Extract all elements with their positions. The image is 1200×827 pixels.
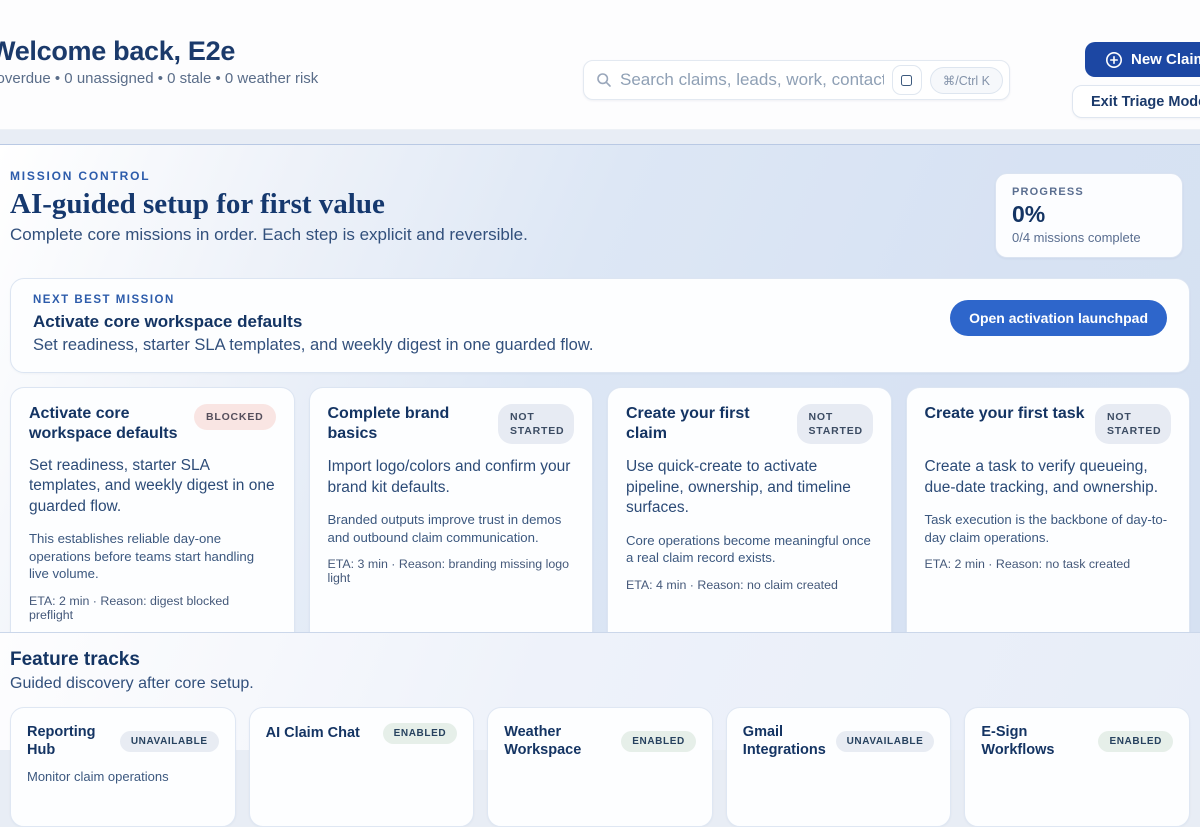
keyboard-shortcut-badge: ⌘/Ctrl K (930, 67, 1003, 94)
page-header: Welcome back, E2e 0 overdue • 0 unassign… (0, 0, 1200, 130)
mission-control-kicker: MISSION CONTROL (10, 169, 528, 183)
mission-status-badge: BLOCKED (194, 404, 276, 430)
feature-tracks-title: Feature tracks (10, 649, 1190, 671)
mission-description: Import logo/colors and confirm your bran… (328, 457, 575, 498)
feature-track-header: AI Claim Chat ENABLED (266, 723, 458, 744)
progress-percent: 0% (1012, 201, 1166, 228)
mission-meta: ETA: 2 min · Reason: digest blocked pref… (29, 594, 276, 622)
mission-card-header: Complete brand basicsNOT STARTED (328, 404, 575, 444)
open-activation-launchpad-button[interactable]: Open activation launchpad (950, 300, 1167, 336)
feature-track-status-badge: UNAVAILABLE (836, 731, 935, 752)
mission-title: Create your first claim (626, 404, 787, 443)
mission-title: Complete brand basics (328, 404, 489, 443)
page-title: Welcome back, E2e (0, 36, 235, 67)
feature-track-header: Gmail Integrations UNAVAILABLE (743, 723, 935, 759)
feature-track-cards: Reporting Hub UNAVAILABLE Monitor claim op… (10, 707, 1190, 827)
feature-tracks-section: Feature tracks Guided discovery after co… (0, 632, 1200, 750)
feature-track-title: Weather Workspace (504, 723, 613, 759)
mission-card-header: Create your first claim NOT STARTED (626, 404, 873, 444)
search-icon (596, 72, 612, 88)
feature-track-description: Monitor claim operations (27, 769, 219, 784)
new-claim-button[interactable]: New Claim (1085, 42, 1200, 77)
next-best-mission-kicker: NEXT BEST MISSION (33, 294, 930, 306)
feature-track-card: Gmail Integrations UNAVAILABLE (726, 707, 952, 827)
next-best-mission-text: NEXT BEST MISSION Activate core workspac… (33, 294, 930, 355)
mission-control-title: AI-guided setup for first value (10, 188, 528, 221)
feature-track-card: Weather Workspace ENABLED (487, 707, 713, 827)
progress-card: PROGRESS 0% 0/4 missions complete (995, 173, 1183, 258)
mission-description: Use quick-create to activate pipeline, o… (626, 457, 873, 518)
mission-meta: ETA: 2 min · Reason: no task created (925, 557, 1172, 571)
feature-track-card: Reporting Hub UNAVAILABLE Monitor claim op… (10, 707, 236, 827)
mission-card-header: Create your first task NOT STARTED (925, 404, 1172, 444)
feature-track-title: Gmail Integrations (743, 723, 828, 759)
feature-track-status-badge: ENABLED (383, 723, 458, 744)
mission-status-badge: NOT STARTED (797, 404, 873, 444)
next-best-mission-banner: NEXT BEST MISSION Activate core workspac… (10, 278, 1190, 373)
next-best-mission-description: Set readiness, starter SLA templates, an… (33, 336, 930, 355)
new-claim-label: New Claim (1131, 51, 1200, 68)
mission-card-header: Activate core workspace defaults BLOCKED (29, 404, 276, 443)
mission-meta: ETA: 4 min · Reason: no claim created (626, 578, 873, 592)
feature-track-title: AI Claim Chat (266, 724, 360, 742)
feature-track-status-badge: ENABLED (621, 731, 696, 752)
mission-title: Create your first task (925, 404, 1085, 424)
mission-meta: ETA: 3 min · Reason: branding missing lo… (328, 557, 575, 585)
mission-description: Set readiness, starter SLA templates, an… (29, 456, 276, 517)
mission-detail: Task execution is the backbone of day-to… (925, 511, 1172, 546)
feature-tracks-subtitle: Guided discovery after core setup. (10, 675, 1190, 693)
feature-track-status-badge: UNAVAILABLE (120, 731, 219, 752)
search-scope-button[interactable] (892, 65, 922, 95)
progress-detail: 0/4 missions complete (1012, 230, 1166, 245)
mission-control-heading: MISSION CONTROL AI-guided setup for firs… (10, 169, 528, 245)
mission-control-header: MISSION CONTROL AI-guided setup for firs… (10, 169, 1190, 258)
feature-track-title: E-Sign Workflows (981, 723, 1090, 759)
mission-detail: Branded outputs improve trust in demos a… (328, 511, 575, 546)
triage-summary: 0 overdue • 0 unassigned • 0 stale • 0 w… (0, 70, 318, 87)
mission-description: Create a task to verify queueing, due-da… (925, 457, 1172, 498)
feature-track-header: E-Sign Workflows ENABLED (981, 723, 1173, 759)
mission-detail: Core operations become meaningful once a… (626, 532, 873, 567)
progress-label: PROGRESS (1012, 186, 1166, 198)
feature-track-title: Reporting Hub (27, 723, 112, 759)
feature-track-status-badge: ENABLED (1098, 731, 1173, 752)
global-search[interactable]: ⌘/Ctrl K (583, 60, 1010, 100)
mission-detail: This establishes reliable day-one operat… (29, 530, 276, 582)
feature-track-header: Weather Workspace ENABLED (504, 723, 696, 759)
mission-status-badge: NOT STARTED (1095, 404, 1171, 444)
mission-title: Activate core workspace defaults (29, 404, 184, 443)
mission-control-subtitle: Complete core missions in order. Each st… (10, 225, 528, 245)
search-input[interactable] (620, 70, 884, 90)
next-best-mission-title: Activate core workspace defaults (33, 312, 930, 332)
mission-control-section: MISSION CONTROL AI-guided setup for firs… (0, 144, 1200, 632)
feature-track-card: AI Claim Chat ENABLED (249, 707, 475, 827)
exit-triage-mode-button[interactable]: Exit Triage Mode (1072, 85, 1200, 118)
feature-track-header: Reporting Hub UNAVAILABLE (27, 723, 219, 759)
checkbox-icon (901, 75, 912, 86)
mission-status-badge: NOT STARTED (498, 404, 574, 444)
feature-track-card: E-Sign Workflows ENABLED (964, 707, 1190, 827)
plus-circle-icon (1105, 51, 1123, 69)
